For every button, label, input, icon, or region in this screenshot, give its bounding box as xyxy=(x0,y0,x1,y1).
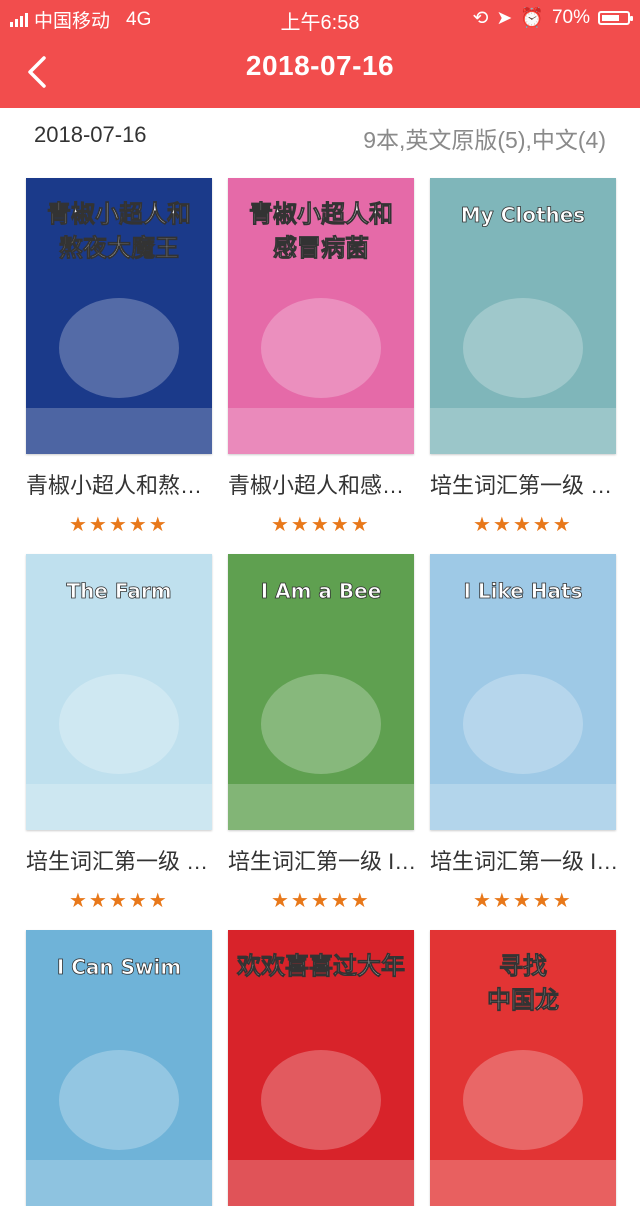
star-rating: ★★★★★ xyxy=(69,890,169,912)
cover-title-text: The Farm xyxy=(66,579,171,603)
book-cover[interactable]: I Can Swim xyxy=(26,930,212,1206)
star-rating: ★★★★★ xyxy=(69,514,169,536)
cover-title-text: I Like Hats xyxy=(464,579,583,603)
cover-title-text: 中国龙 xyxy=(487,986,559,1014)
alarm-icon: ⏰ xyxy=(520,8,544,29)
cover-art: My Clothes xyxy=(430,178,616,454)
book-title: 青椒小超人和熬夜大魔王 xyxy=(26,473,216,498)
star-rating: ★★★★★ xyxy=(473,514,573,536)
cover-title-text: My Clothes xyxy=(461,203,585,227)
header: 中国移动 4G 上午6:58 ⟲ ➤ ⏰ 70% 2018-07-16 xyxy=(0,0,640,108)
page-title: 2018-07-16 xyxy=(245,50,395,81)
location-icon: ➤ xyxy=(496,7,513,29)
cover-title-text: I Can Swim xyxy=(57,955,181,979)
battery-icon xyxy=(598,11,633,25)
book-cover[interactable]: 青椒小超人和 熬夜大魔王 xyxy=(26,178,212,454)
status-bar: 中国移动 4G 上午6:58 ⟲ ➤ ⏰ 70% xyxy=(0,0,640,36)
cover-title-text: I Am a Bee xyxy=(261,579,382,603)
cover-art: 寻找中国龙 xyxy=(430,930,616,1206)
book-title: 培生词汇第一级 I Am a Bee xyxy=(228,849,418,874)
book-title: 培生词汇第一级 The Farm xyxy=(26,849,216,874)
book-cover[interactable]: 寻找 中国龙 xyxy=(430,930,616,1206)
rotation-lock-icon: ⟲ xyxy=(472,7,489,29)
star-rating: ★★★★★ xyxy=(473,890,573,912)
cover-title-text: 青椒小超人和 xyxy=(47,200,191,228)
book-summary: 9本,英文原版(5),中文(4) xyxy=(363,127,606,153)
book-cover[interactable]: I Am a Bee xyxy=(228,554,414,830)
book-cover[interactable]: I Like Hats xyxy=(430,554,616,830)
date-label: 2018-07-16 xyxy=(34,122,147,147)
cover-title-text: 青椒小超人和 xyxy=(249,200,393,228)
book-cover[interactable]: My Clothes xyxy=(430,178,616,454)
book-cover[interactable]: The Farm xyxy=(26,554,212,830)
star-rating: ★★★★★ xyxy=(271,890,371,912)
book-title: 培生词汇第一级 I Like Hats xyxy=(430,849,620,874)
cover-art: I Like Hats xyxy=(430,554,616,830)
cover-art: 青椒小超人和熬夜大魔王 xyxy=(26,178,212,454)
cover-art: I Am a Bee xyxy=(228,554,414,830)
info-row: 2018-07-16 9本,英文原版(5),中文(4) xyxy=(0,108,640,164)
cover-title-text: 欢欢喜喜过大年 xyxy=(236,952,405,980)
cover-art: 欢欢喜喜过大年 xyxy=(228,930,414,1206)
book-title: 培生词汇第一级 My Clothes xyxy=(430,473,620,498)
cover-title-text: 寻找 xyxy=(499,952,547,980)
book-title: 青椒小超人和感冒病菌 xyxy=(228,473,418,498)
cover-art: I Can Swim xyxy=(26,930,212,1206)
battery-percent: 70% xyxy=(551,7,590,28)
book-cover[interactable]: 青椒小超人和 感冒病菌 xyxy=(228,178,414,454)
cover-title-text: 感冒病菌 xyxy=(273,234,369,262)
book-cover[interactable]: 欢欢喜喜过大年 xyxy=(228,930,414,1206)
nav-bar: 2018-07-16 xyxy=(0,36,640,108)
cover-art: The Farm xyxy=(26,554,212,830)
cover-title-text: 熬夜大魔王 xyxy=(59,234,179,262)
cover-art: 青椒小超人和感冒病菌 xyxy=(228,178,414,454)
star-rating: ★★★★★ xyxy=(271,514,371,536)
